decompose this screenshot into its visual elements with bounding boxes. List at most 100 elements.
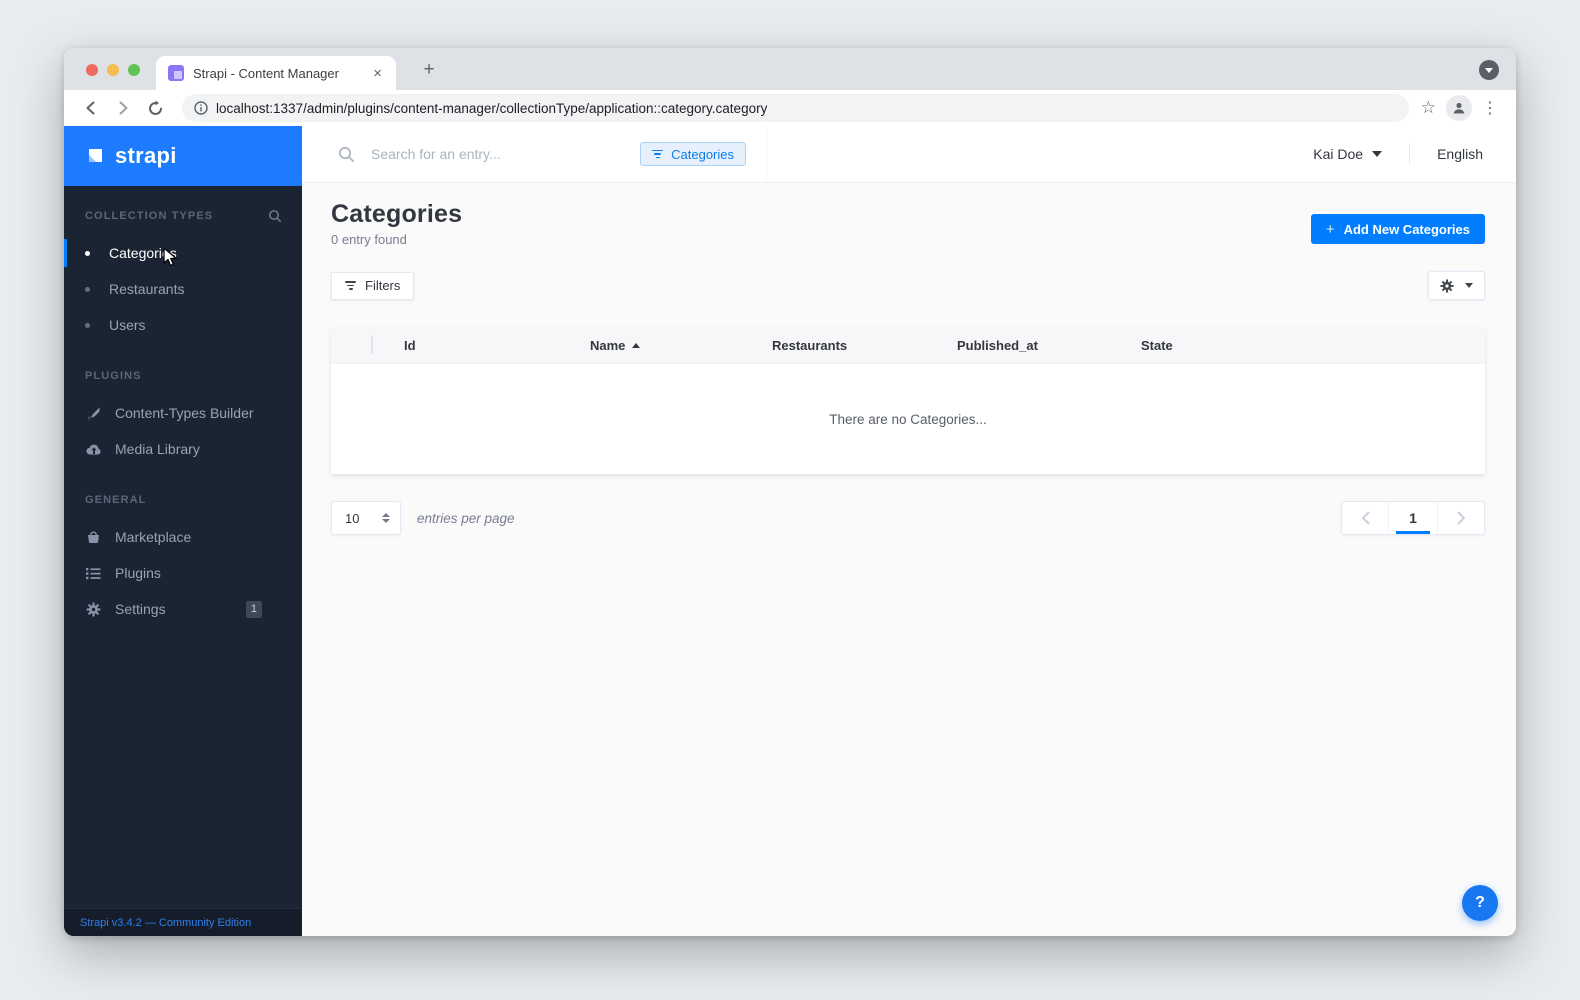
strapi-app: strapi COLLECTION TYPES Categories Resta…	[64, 126, 1516, 936]
page-size-label: entries per page	[417, 510, 515, 526]
address-bar[interactable]: localhost:1337/admin/plugins/content-man…	[182, 94, 1409, 122]
sidebar-item-marketplace[interactable]: Marketplace	[64, 519, 302, 555]
table-settings-button[interactable]	[1428, 271, 1485, 300]
column-header-restaurants[interactable]: Restaurants	[772, 338, 957, 353]
sidebar-item-label: Marketplace	[115, 529, 192, 545]
sidebar-item-media-library[interactable]: Media Library	[64, 431, 302, 467]
sidebar-item-label: Media Library	[115, 441, 200, 457]
language-switcher[interactable]: English	[1437, 146, 1483, 162]
plus-icon: +	[1325, 220, 1335, 238]
empty-state-message: There are no Categories...	[829, 411, 987, 427]
browser-profile-avatar[interactable]	[1446, 95, 1472, 121]
pager: 1	[1341, 501, 1485, 535]
browser-window: Strapi - Content Manager × + localhost:1…	[64, 48, 1516, 936]
section-label: GENERAL	[85, 494, 147, 506]
pagination-row: 10 entries per page 1	[331, 501, 1485, 535]
select-all-checkbox[interactable]	[371, 335, 373, 354]
next-page-button[interactable]	[1438, 502, 1484, 534]
title-block: Categories 0 entry found	[331, 200, 462, 247]
section-collection-types: COLLECTION TYPES	[64, 205, 302, 227]
search-input[interactable]	[371, 146, 641, 162]
desktop-background: Strapi - Content Manager × + localhost:1…	[0, 0, 1580, 1000]
browser-tab[interactable]: Strapi - Content Manager ×	[156, 56, 396, 90]
stepper-icon[interactable]	[382, 513, 390, 523]
filter-icon	[652, 149, 664, 159]
column-header-published-at[interactable]: Published_at	[957, 338, 1141, 353]
table-body: There are no Categories...	[331, 364, 1485, 474]
divider	[1409, 143, 1411, 165]
section-label: COLLECTION TYPES	[85, 210, 214, 222]
previous-page-button[interactable]	[1342, 502, 1388, 534]
sidebar-item-categories[interactable]: Categories	[64, 235, 302, 271]
chevron-down-icon	[1485, 68, 1493, 73]
tab-search-button[interactable]	[1479, 60, 1499, 80]
tab-title: Strapi - Content Manager	[193, 65, 339, 81]
browser-toolbar: localhost:1337/admin/plugins/content-man…	[64, 90, 1516, 126]
strapi-logo[interactable]: strapi	[64, 126, 302, 186]
sidebar-item-content-types-builder[interactable]: Content-Types Builder	[64, 395, 302, 431]
sidebar-footer: Strapi v3.4.2 — Community Edition	[64, 908, 302, 936]
sidebar-item-settings[interactable]: Settings 1	[64, 591, 302, 627]
per-page-control: 10 entries per page	[331, 501, 515, 535]
section-label: PLUGINS	[85, 370, 142, 382]
sidebar-item-label: Settings	[115, 601, 166, 617]
section-general: GENERAL	[64, 489, 302, 511]
column-header-name[interactable]: Name	[590, 338, 772, 353]
person-icon	[1453, 102, 1465, 114]
main-area: Categories Kai Doe English	[302, 126, 1516, 936]
filter-icon	[345, 281, 356, 290]
entries-count: 0 entry found	[331, 232, 407, 247]
search-icon	[338, 146, 355, 162]
sidebar-item-users[interactable]: Users	[64, 307, 302, 343]
page-size-select[interactable]: 10	[331, 501, 401, 535]
page-number-current[interactable]: 1	[1388, 502, 1438, 534]
new-tab-button[interactable]: +	[416, 57, 442, 83]
gear-icon	[85, 601, 102, 618]
header-right: Kai Doe English	[1313, 143, 1516, 165]
column-header-state[interactable]: State	[1141, 338, 1485, 353]
sidebar-item-plugins[interactable]: Plugins	[64, 555, 302, 591]
strapi-favicon-icon	[168, 65, 184, 81]
filters-button[interactable]: Filters	[331, 271, 415, 300]
strapi-logo-icon	[89, 148, 102, 162]
sidebar-item-label: Categories	[109, 245, 177, 261]
settings-badge: 1	[245, 600, 262, 618]
forward-button[interactable]	[110, 95, 136, 121]
search-icon[interactable]	[268, 209, 282, 223]
sidebar: strapi COLLECTION TYPES Categories Resta…	[64, 126, 302, 936]
gear-icon	[1440, 278, 1454, 293]
sidebar-item-label: Content-Types Builder	[115, 405, 254, 421]
browser-menu-icon[interactable]: ⋮	[1478, 98, 1502, 118]
minimize-window-button[interactable]	[107, 64, 119, 76]
user-name: Kai Doe	[1313, 146, 1364, 162]
version-link[interactable]: Strapi v3.4.2 — Community Edition	[80, 917, 251, 929]
bullet-icon	[85, 286, 90, 292]
reload-button[interactable]	[142, 95, 168, 121]
back-button[interactable]	[78, 95, 104, 121]
add-new-categories-button[interactable]: + Add New Categories	[1310, 214, 1485, 244]
chip-label: Categories	[671, 146, 734, 162]
column-header-id[interactable]: Id	[404, 338, 590, 353]
content: Categories 0 entry found + Add New Categ…	[302, 183, 1516, 936]
browser-tab-bar: Strapi - Content Manager × +	[64, 48, 1516, 90]
add-button-label: Add New Categories	[1343, 221, 1470, 237]
title-row: Categories 0 entry found + Add New Categ…	[331, 200, 1485, 247]
sidebar-nav: COLLECTION TYPES Categories Restaurants …	[64, 186, 302, 908]
user-menu[interactable]: Kai Doe	[1313, 146, 1383, 162]
close-window-button[interactable]	[86, 64, 98, 76]
maximize-window-button[interactable]	[128, 64, 140, 76]
sidebar-item-restaurants[interactable]: Restaurants	[64, 271, 302, 307]
site-info-icon[interactable]	[194, 101, 208, 115]
tab-close-icon[interactable]: ×	[371, 65, 384, 82]
sidebar-item-label: Users	[109, 317, 146, 333]
search-zone: Categories	[302, 126, 767, 182]
help-button[interactable]: ?	[1462, 885, 1498, 921]
bookmark-star-icon[interactable]: ☆	[1417, 98, 1440, 118]
url-text: localhost:1337/admin/plugins/content-man…	[216, 100, 768, 116]
sidebar-item-label: Restaurants	[109, 281, 185, 297]
sort-asc-icon	[632, 342, 641, 348]
content-type-chip[interactable]: Categories	[640, 142, 746, 166]
chevron-left-icon	[1361, 511, 1369, 525]
chevron-down-icon	[1465, 283, 1473, 288]
list-icon	[85, 565, 102, 582]
